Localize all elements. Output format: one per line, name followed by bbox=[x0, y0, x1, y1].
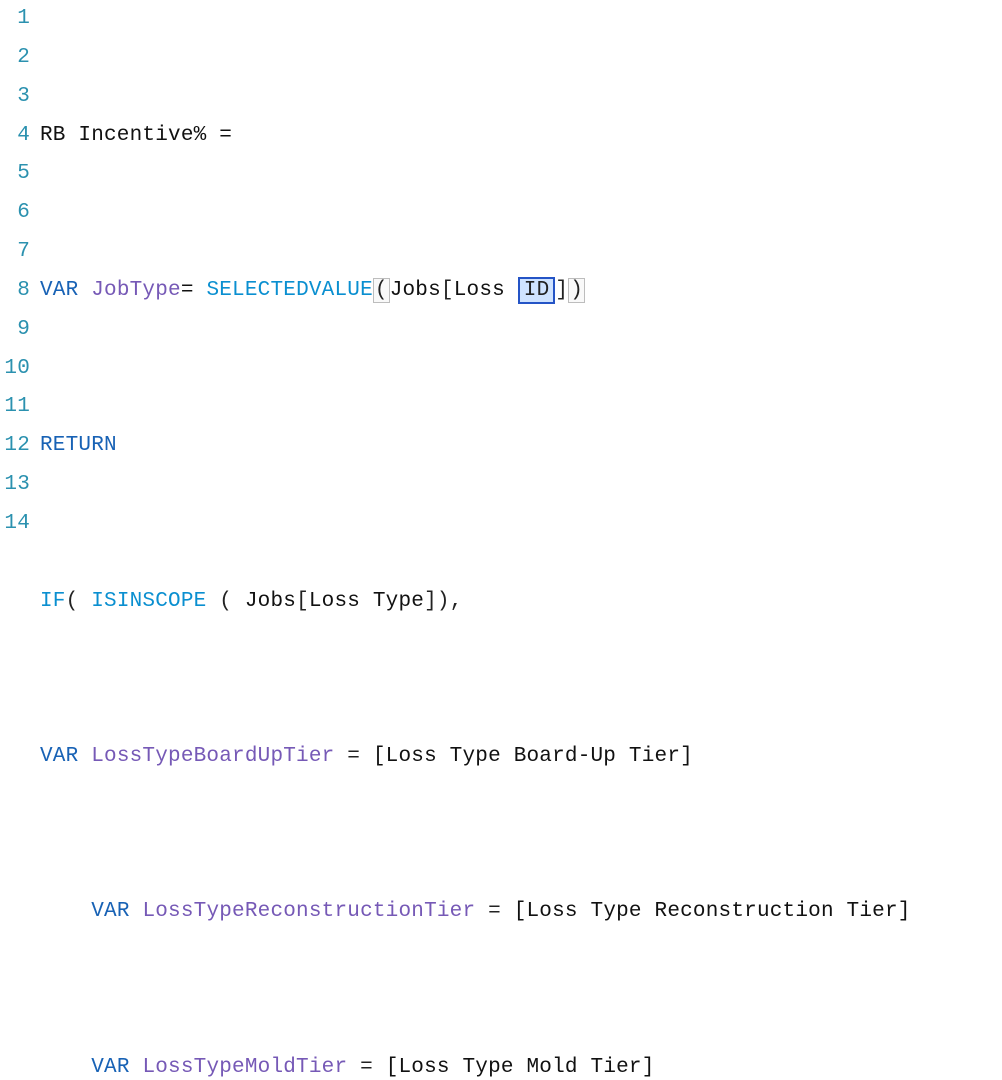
keyword-var: VAR bbox=[40, 279, 78, 302]
function-name: SELECTEDVALUE bbox=[206, 279, 372, 302]
variable-name: JobType bbox=[91, 279, 181, 302]
line-number: 8 bbox=[0, 272, 30, 311]
variable-name: LossTypeBoardUpTier bbox=[91, 745, 334, 768]
keyword-var: VAR bbox=[91, 900, 129, 923]
code-line[interactable]: VAR LossTypeReconstructionTier = [Loss T… bbox=[40, 893, 1002, 932]
line-number: 2 bbox=[0, 39, 30, 78]
bracket-highlight-close: ) bbox=[568, 278, 585, 303]
line-number: 4 bbox=[0, 117, 30, 156]
code-line[interactable]: RB Incentive% = bbox=[40, 117, 1002, 156]
function-name: ISINSCOPE bbox=[91, 590, 206, 613]
measure-ref: [Loss Type Mold Tier] bbox=[386, 1056, 655, 1079]
line-number: 9 bbox=[0, 311, 30, 350]
line-number: 11 bbox=[0, 388, 30, 427]
function-name: IF bbox=[40, 590, 66, 613]
line-number-gutter: 1 2 3 4 5 6 7 8 9 10 11 12 13 14 bbox=[0, 0, 40, 540]
selected-token[interactable]: ID bbox=[518, 277, 556, 304]
code-line[interactable]: IF( ISINSCOPE ( Jobs[Loss Type]), bbox=[40, 583, 1002, 622]
code-line[interactable]: VAR JobType= SELECTEDVALUE(Jobs[Loss ID]… bbox=[40, 272, 1002, 311]
assign-operator: = bbox=[181, 279, 207, 302]
line-number: 12 bbox=[0, 427, 30, 466]
line-number: 14 bbox=[0, 505, 30, 544]
line-number: 10 bbox=[0, 350, 30, 389]
text-cursor bbox=[585, 277, 586, 302]
variable-name: LossTypeMoldTier bbox=[142, 1056, 347, 1079]
line-number: 1 bbox=[0, 0, 30, 39]
code-area[interactable]: RB Incentive% = VAR JobType= SELECTEDVAL… bbox=[40, 0, 1002, 540]
keyword-return: RETURN bbox=[40, 434, 117, 457]
code-line[interactable]: VAR LossTypeBoardUpTier = [Loss Type Boa… bbox=[40, 738, 1002, 777]
code-line[interactable]: RETURN bbox=[40, 427, 1002, 466]
bracket-highlight-open: ( bbox=[373, 278, 390, 303]
equals-operator: = bbox=[219, 124, 232, 147]
table-ref: Jobs bbox=[390, 279, 441, 302]
column-ref: Loss Type bbox=[309, 590, 424, 613]
keyword-var: VAR bbox=[91, 1056, 129, 1079]
line-number: 7 bbox=[0, 233, 30, 272]
code-line[interactable]: VAR LossTypeMoldTier = [Loss Type Mold T… bbox=[40, 1049, 1002, 1080]
measure-ref: [Loss Type Board-Up Tier] bbox=[373, 745, 693, 768]
measure-ref: [Loss Type Reconstruction Tier] bbox=[514, 900, 911, 923]
measure-name: RB Incentive% bbox=[40, 124, 219, 147]
column-ref: Loss bbox=[454, 279, 505, 302]
line-number: 13 bbox=[0, 466, 30, 505]
table-ref: Jobs bbox=[245, 590, 296, 613]
variable-name: LossTypeReconstructionTier bbox=[142, 900, 475, 923]
dax-editor[interactable]: 1 2 3 4 5 6 7 8 9 10 11 12 13 14 RB Ince… bbox=[0, 0, 1002, 540]
line-number: 6 bbox=[0, 194, 30, 233]
line-number: 3 bbox=[0, 78, 30, 117]
keyword-var: VAR bbox=[40, 745, 78, 768]
line-number: 5 bbox=[0, 155, 30, 194]
